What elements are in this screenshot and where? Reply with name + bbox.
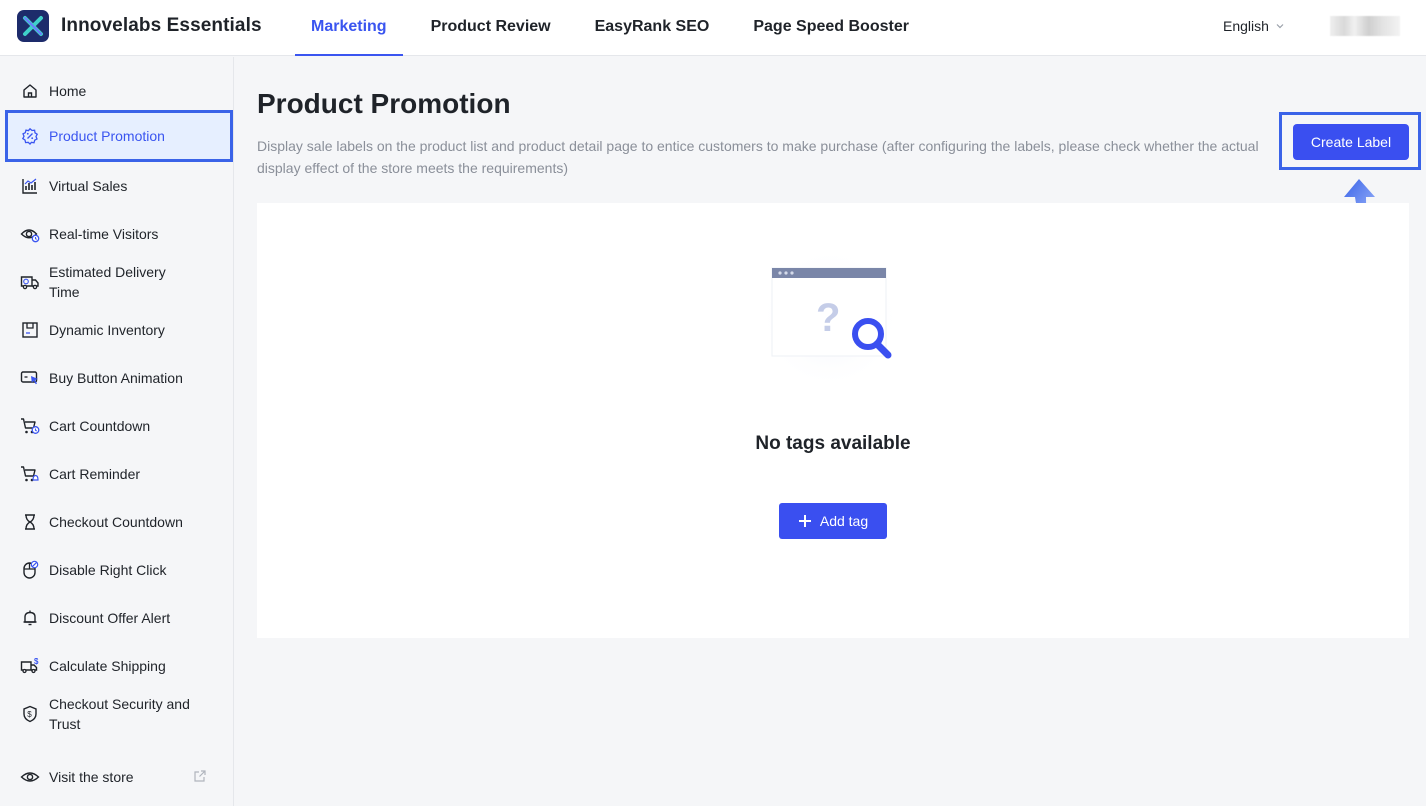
sidebar-item-label: Calculate Shipping [49,658,166,674]
sidebar-item-checkout-security[interactable]: $ Checkout Security and Trust [5,693,233,735]
plus-icon [798,514,812,528]
sidebar-item-label: Real-time Visitors [49,226,159,242]
bell-icon [20,608,40,628]
sidebar-item-real-time-visitors[interactable]: Real-time Visitors [5,220,233,248]
sidebar-item-label: Checkout Security and Trust [49,696,190,732]
chevron-down-icon [1276,24,1284,29]
app-logo-icon [17,10,49,42]
add-tag-button[interactable]: Add tag [779,503,887,539]
sidebar-item-discount-offer-alert[interactable]: Discount Offer Alert [5,604,233,632]
cursor-icon [20,368,40,388]
cart-clock-icon [20,416,40,436]
sidebar-item-label: Product Promotion [49,128,165,144]
tab-marketing[interactable]: Marketing [295,0,403,56]
svg-text:?: ? [816,296,840,340]
labels-card: ? No tags available Add tag [257,203,1409,638]
sidebar-item-buy-button-animation[interactable]: Buy Button Animation [5,364,233,392]
create-label-button[interactable]: Create Label [1293,124,1409,160]
external-link-icon [193,769,207,786]
mouse-icon [20,560,40,580]
language-select[interactable]: English [1223,18,1285,34]
tab-page-speed-booster[interactable]: Page Speed Booster [737,0,925,56]
tab-easyrank-seo[interactable]: EasyRank SEO [579,0,726,56]
shield-icon: $ [20,704,40,724]
svg-text:$: $ [27,710,32,719]
eye-icon [20,767,40,787]
sidebar-item-label: Buy Button Animation [49,370,183,386]
language-label: English [1223,18,1269,34]
cart-bell-icon [20,464,40,484]
brand[interactable]: Innovelabs Essentials [17,10,262,42]
sidebar: Home Product Promotion Virtual Sales Rea… [0,57,234,806]
sidebar-item-cart-reminder[interactable]: Cart Reminder [5,460,233,488]
page-description: Display sale labels on the product list … [257,138,1259,176]
create-label-highlight: Create Label [1279,112,1421,170]
top-header: Innovelabs Essentials Marketing Product … [0,0,1426,56]
sidebar-item-disable-right-click[interactable]: Disable Right Click [5,556,233,584]
sidebar-item-label: Cart Countdown [49,418,151,434]
empty-state-text: No tags available [755,433,911,454]
svg-text:$: $ [34,657,39,666]
sidebar-item-label: Visit the store [49,769,134,785]
truck-icon [20,272,40,292]
sidebar-item-label: Estimated Delivery Time [49,264,166,300]
sidebar-item-cart-countdown[interactable]: Cart Countdown [5,412,233,440]
user-avatar[interactable] [1330,16,1400,36]
add-tag-label: Add tag [819,513,869,529]
sidebar-item-label: Cart Reminder [49,466,141,482]
eye-icon [20,224,40,244]
sidebar-item-label: Virtual Sales [49,178,128,194]
badge-icon [20,126,40,146]
sidebar-item-label: Home [49,83,87,99]
tab-product-review[interactable]: Product Review [415,0,567,56]
sidebar-item-dynamic-inventory[interactable]: Dynamic Inventory [5,316,233,344]
sidebar-item-label: Dynamic Inventory [49,322,165,338]
sidebar-item-label: Disable Right Click [49,562,167,578]
sidebar-item-estimated-delivery-time[interactable]: Estimated Delivery Time [5,261,233,303]
sidebar-item-checkout-countdown[interactable]: Checkout Countdown [5,508,233,536]
hourglass-icon [20,512,40,532]
shipping-icon: $ [20,656,40,676]
home-icon [20,81,40,101]
inventory-icon [20,320,40,340]
sidebar-item-calculate-shipping[interactable]: $ Calculate Shipping [5,652,233,680]
top-nav: Marketing Product Review EasyRank SEO Pa… [295,0,937,56]
sidebar-item-product-promotion[interactable]: Product Promotion [5,110,233,162]
empty-search-illustration: ? [752,246,912,398]
chart-icon [20,176,40,196]
sidebar-visit-store[interactable]: Visit the store [5,763,233,791]
sidebar-item-label: Discount Offer Alert [49,610,171,626]
sidebar-item-label: Checkout Countdown [49,514,183,530]
sidebar-item-home[interactable]: Home [5,77,233,105]
sidebar-item-virtual-sales[interactable]: Virtual Sales [5,172,233,200]
page-title: Product Promotion [257,88,511,119]
app-name: Innovelabs Essentials [61,15,262,36]
